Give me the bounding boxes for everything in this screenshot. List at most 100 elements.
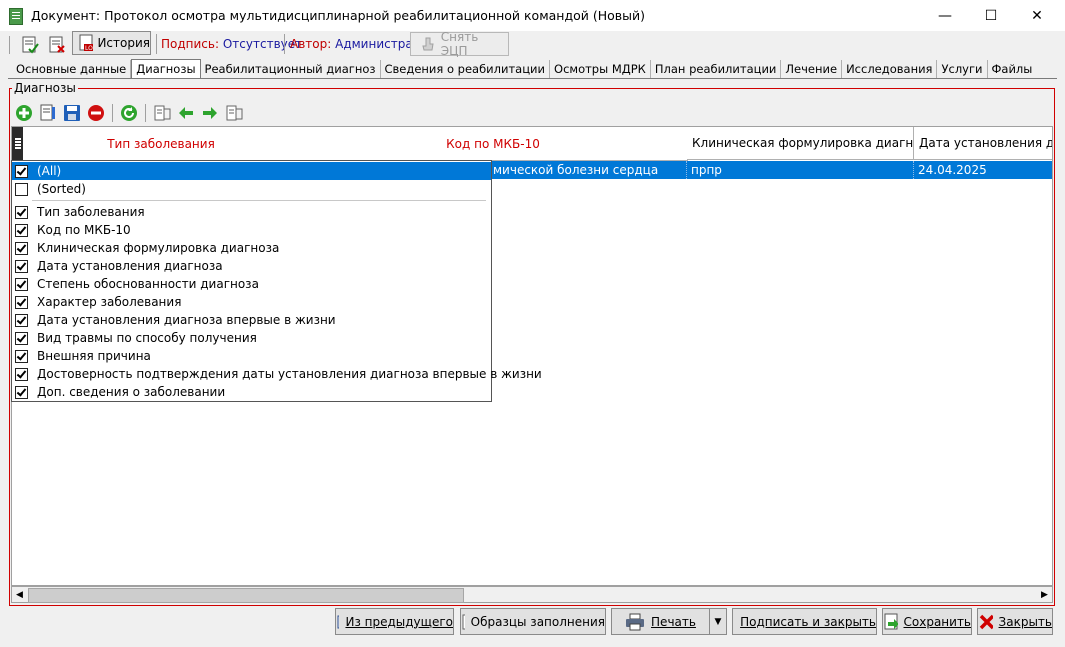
header-icd10-code[interactable]: Код по МКБ-10 xyxy=(299,127,688,161)
copy-previous-icon: Ab xyxy=(337,615,340,628)
chooser-item-label: Код по МКБ-10 xyxy=(37,223,131,237)
chooser-item-label: Вид травмы по способу получения xyxy=(37,331,257,345)
cell-diagnosis-date[interactable]: 24.04.2025 xyxy=(914,161,1052,179)
checkbox-icon[interactable] xyxy=(15,367,28,381)
column-layout-button[interactable] xyxy=(152,103,172,123)
tab-rehab-info[interactable]: Сведения о реабилитации xyxy=(381,60,551,78)
remove-ecp-button[interactable]: Снять ЭЦП xyxy=(410,30,509,58)
cancel-document-button[interactable] xyxy=(45,33,69,57)
chooser-item[interactable]: Характер заболевания xyxy=(12,293,491,311)
add-icon xyxy=(16,105,32,121)
fill-templates-button[interactable]: Образцы заполнения xyxy=(460,608,606,635)
cell-icd10-code[interactable]: мической болезни сердца xyxy=(489,161,687,179)
header-diagnosis-date[interactable]: Дата установления диаг xyxy=(914,127,1052,160)
save-button[interactable]: Сохранить xyxy=(882,608,972,635)
refresh-button[interactable] xyxy=(119,103,139,123)
chooser-item[interactable]: Доп. сведения о заболевании xyxy=(12,383,491,401)
header-disease-type[interactable]: Тип заболевания xyxy=(23,127,300,161)
add-row-button[interactable] xyxy=(14,103,34,123)
from-previous-label: Из предыдущего xyxy=(345,614,453,629)
checkbox-icon[interactable] xyxy=(15,385,28,399)
delete-icon xyxy=(88,105,104,121)
save-row-button[interactable] xyxy=(62,103,82,123)
sign-and-close-label: Подписать и закрыть xyxy=(740,614,876,629)
column-chooser-icon xyxy=(14,137,21,149)
tab-mdrk-exams[interactable]: Осмотры МДРК xyxy=(550,60,651,78)
chooser-item[interactable]: Тип заболевания xyxy=(12,203,491,221)
edit-row-button[interactable] xyxy=(38,103,58,123)
chooser-item-label: Дата установления диагноза впервые в жиз… xyxy=(37,313,336,327)
delete-row-button[interactable] xyxy=(86,103,106,123)
checkbox-icon[interactable] xyxy=(15,223,28,237)
tab-main-data[interactable]: Основные данные xyxy=(12,60,132,78)
checkbox-icon[interactable] xyxy=(15,277,28,291)
edit-document-icon xyxy=(40,104,55,121)
template-pencil-icon xyxy=(462,614,465,629)
scrollbar-thumb[interactable] xyxy=(28,588,464,603)
grid-toolbar xyxy=(14,101,244,125)
maximize-button[interactable]: ☐ xyxy=(968,0,1014,31)
checkbox-icon[interactable] xyxy=(15,259,28,273)
toolbar-grip xyxy=(9,36,10,54)
checkbox-icon[interactable] xyxy=(15,205,28,219)
column-layout-icon xyxy=(154,105,171,121)
move-right-button[interactable] xyxy=(200,103,220,123)
close-window-button[interactable]: ✕ xyxy=(1014,0,1060,31)
chooser-item-label: Достоверность подтверждения даты установ… xyxy=(37,367,542,381)
sign-document-button[interactable] xyxy=(18,33,42,57)
close-button[interactable]: Закрыть xyxy=(977,608,1053,635)
tab-rehab-plan[interactable]: План реабилитации xyxy=(651,60,782,78)
checkbox-icon[interactable] xyxy=(15,349,28,363)
from-previous-button[interactable]: Ab Из предыдущего xyxy=(335,608,454,635)
close-icon xyxy=(979,614,993,629)
tab-diagnoses[interactable]: Диагнозы xyxy=(131,59,201,79)
grid-toolbar-separator xyxy=(145,104,146,122)
chooser-item-label: Характер заболевания xyxy=(37,295,182,309)
tab-rehab-diagnosis[interactable]: Реабилитационный диагноз xyxy=(201,60,381,78)
tab-files[interactable]: Файлы xyxy=(988,60,1037,78)
horizontal-scrollbar[interactable]: ◀ ▶ xyxy=(11,586,1053,603)
sign-and-close-button[interactable]: Подписать и закрыть xyxy=(732,608,877,635)
chooser-item[interactable]: Дата установления диагноза впервые в жиз… xyxy=(12,311,491,329)
checkbox-icon[interactable] xyxy=(15,241,28,255)
chooser-item[interactable]: Код по МКБ-10 xyxy=(12,221,491,239)
scroll-right-arrow-icon[interactable]: ▶ xyxy=(1037,587,1052,602)
checkbox-icon[interactable] xyxy=(15,295,28,309)
tab-services[interactable]: Услуги xyxy=(937,60,988,78)
checkbox-icon[interactable] xyxy=(15,313,28,327)
chooser-item-all[interactable]: (All) xyxy=(12,162,491,180)
cell-clinical-formulation[interactable]: прпр xyxy=(687,161,914,179)
history-button[interactable]: LOG История xyxy=(72,31,151,55)
checkbox-icon[interactable] xyxy=(15,331,28,345)
move-left-button[interactable] xyxy=(176,103,196,123)
chooser-item[interactable]: Степень обоснованности диагноза xyxy=(12,275,491,293)
chooser-item[interactable]: Достоверность подтверждения даты установ… xyxy=(12,365,542,383)
toolbar-separator xyxy=(284,34,285,54)
save-label: Сохранить xyxy=(903,614,972,629)
fill-templates-label: Образцы заполнения xyxy=(470,614,605,629)
chooser-item[interactable]: Внешняя причина xyxy=(12,347,491,365)
print-button[interactable]: Печать xyxy=(611,608,710,635)
checkbox-icon[interactable] xyxy=(15,182,28,196)
chooser-item-label: (Sorted) xyxy=(37,182,86,196)
sign-document-icon xyxy=(733,613,734,631)
scroll-left-arrow-icon[interactable]: ◀ xyxy=(12,587,27,602)
tab-treatment[interactable]: Лечение xyxy=(781,60,843,78)
chooser-item[interactable]: Дата установления диагноза xyxy=(12,257,491,275)
tab-research[interactable]: Исследования xyxy=(842,60,938,78)
print-dropdown-button[interactable]: ▼ xyxy=(709,608,727,635)
chooser-item-label: Тип заболевания xyxy=(37,205,145,219)
history-log-icon: LOG xyxy=(79,34,94,52)
column-settings-icon xyxy=(226,105,243,121)
column-settings-button[interactable] xyxy=(224,103,244,123)
chooser-item[interactable]: Вид травмы по способу получения xyxy=(12,329,491,347)
chooser-item-sorted[interactable]: (Sorted) xyxy=(12,180,491,198)
chooser-item-label: Внешняя причина xyxy=(37,349,151,363)
chooser-item[interactable]: Клиническая формулировка диагноза xyxy=(12,239,491,257)
author-label: Автор: xyxy=(290,37,332,51)
header-clinical-formulation[interactable]: Клиническая формулировка диагноза xyxy=(687,127,914,160)
floppy-disk-icon xyxy=(64,105,80,121)
checkbox-icon[interactable] xyxy=(15,164,28,178)
minimize-button[interactable]: — xyxy=(922,0,968,31)
chooser-item-label: Доп. сведения о заболевании xyxy=(37,385,226,399)
